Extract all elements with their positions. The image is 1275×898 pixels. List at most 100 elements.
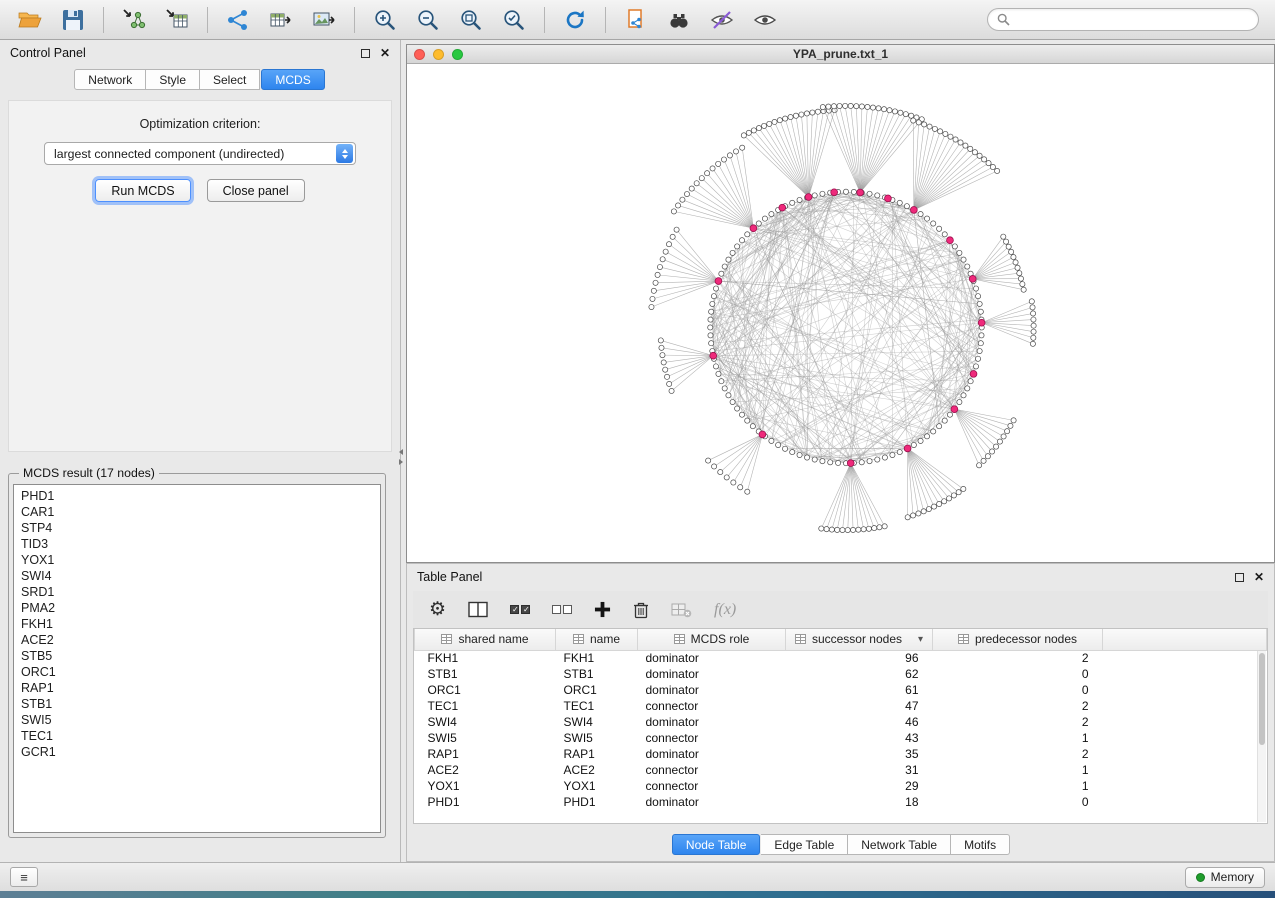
- show-column-button[interactable]: [468, 601, 488, 618]
- float-panel-icon[interactable]: [361, 49, 370, 58]
- combo-stepper-icon: [336, 144, 353, 163]
- add-column-button[interactable]: [594, 601, 611, 618]
- table-row[interactable]: PHD1PHD1dominator180: [415, 794, 1267, 810]
- apply-layout-button[interactable]: [555, 4, 595, 36]
- column-header-MCDS-role[interactable]: MCDS role: [638, 629, 786, 650]
- table-cell: 2: [933, 698, 1103, 714]
- zoom-out-button[interactable]: [408, 4, 448, 36]
- show-column-icon: [468, 601, 488, 618]
- export-table-button[interactable]: [261, 4, 301, 36]
- table-row[interactable]: FKH1FKH1dominator962: [415, 650, 1267, 666]
- column-header-predecessor-nodes[interactable]: predecessor nodes: [933, 629, 1103, 650]
- right-column: YPA_prune.txt_1 Table Panel ✕ ⚙: [402, 40, 1275, 862]
- table-row[interactable]: TEC1TEC1connector472: [415, 698, 1267, 714]
- unselect-all-button[interactable]: [552, 605, 572, 614]
- table-tab-motifs[interactable]: Motifs: [951, 834, 1010, 855]
- mcds-result-item[interactable]: CAR1: [14, 504, 380, 520]
- table-cell: 18: [786, 794, 933, 810]
- mcds-result-item[interactable]: SWI5: [14, 712, 380, 728]
- tab-select[interactable]: Select: [200, 69, 260, 90]
- tab-style[interactable]: Style: [146, 69, 200, 90]
- mcds-result-item[interactable]: ORC1: [14, 664, 380, 680]
- run-mcds-button[interactable]: Run MCDS: [95, 179, 190, 202]
- show-graphics-button[interactable]: [745, 4, 785, 36]
- import-table-button[interactable]: [157, 4, 197, 36]
- mcds-result-item[interactable]: TEC1: [14, 728, 380, 744]
- column-header-shared-name[interactable]: shared name: [415, 629, 556, 650]
- table-panel-tabs: Node TableEdge TableNetwork TableMotifs: [407, 834, 1274, 855]
- table-scrollbar-thumb[interactable]: [1259, 653, 1265, 745]
- delete-column-button[interactable]: [633, 601, 649, 619]
- optimization-criterion-select[interactable]: largest connected component (undirected): [44, 142, 356, 165]
- table-row[interactable]: STB1STB1dominator620: [415, 666, 1267, 682]
- column-filter-chevron-icon[interactable]: ▾: [918, 634, 923, 645]
- window-minimize-traffic-light[interactable]: [433, 49, 444, 60]
- mcds-result-item[interactable]: PHD1: [14, 488, 380, 504]
- close-panel-icon[interactable]: ✕: [380, 47, 390, 59]
- mcds-result-item[interactable]: FKH1: [14, 616, 380, 632]
- mcds-result-item[interactable]: STB1: [14, 696, 380, 712]
- table-cell: SWI5: [415, 730, 556, 746]
- export-network-button[interactable]: [218, 4, 258, 36]
- table-cell: STB1: [415, 666, 556, 682]
- import-network-button[interactable]: [114, 4, 154, 36]
- share-document-button[interactable]: [616, 4, 656, 36]
- table-row[interactable]: YOX1YOX1connector291: [415, 778, 1267, 794]
- table-cell: connector: [638, 762, 786, 778]
- table-row[interactable]: SWI4SWI4dominator462: [415, 714, 1267, 730]
- mcds-result-item[interactable]: GCR1: [14, 744, 380, 760]
- network-canvas[interactable]: [407, 64, 1274, 562]
- memory-button[interactable]: Memory: [1185, 867, 1265, 888]
- zoom-selected-button[interactable]: [494, 4, 534, 36]
- column-header-name[interactable]: name: [556, 629, 638, 650]
- checked-box-icon: [510, 605, 519, 614]
- table-row[interactable]: ORC1ORC1dominator610: [415, 682, 1267, 698]
- network-graph: [407, 64, 1274, 562]
- mcds-result-item[interactable]: RAP1: [14, 680, 380, 696]
- mcds-result-item[interactable]: SWI4: [14, 568, 380, 584]
- zoom-fit-button[interactable]: [451, 4, 491, 36]
- table-row[interactable]: SWI5SWI5connector431: [415, 730, 1267, 746]
- table-cell: 2: [933, 714, 1103, 730]
- column-header-successor-nodes[interactable]: successor nodes▾: [786, 629, 933, 650]
- table-cell: 96: [786, 650, 933, 666]
- table-row[interactable]: RAP1RAP1dominator352: [415, 746, 1267, 762]
- zoom-in-button[interactable]: [365, 4, 405, 36]
- table-tab-edge-table[interactable]: Edge Table: [761, 834, 848, 855]
- find-button[interactable]: [659, 4, 699, 36]
- mcds-result-item[interactable]: YOX1: [14, 552, 380, 568]
- column-type-icon: [795, 634, 806, 644]
- export-image-button[interactable]: [304, 4, 344, 36]
- table-row[interactable]: ACE2ACE2connector311: [415, 762, 1267, 778]
- float-table-panel-icon[interactable]: [1235, 573, 1244, 582]
- window-close-traffic-light[interactable]: [414, 49, 425, 60]
- select-all-button[interactable]: [510, 605, 530, 614]
- open-session-button[interactable]: [10, 4, 50, 36]
- save-session-button[interactable]: [53, 4, 93, 36]
- mcds-result-item[interactable]: SRD1: [14, 584, 380, 600]
- network-view-window: YPA_prune.txt_1: [406, 44, 1275, 563]
- status-menu-button[interactable]: ≡: [10, 867, 38, 887]
- hide-graphics-button[interactable]: [702, 4, 742, 36]
- mcds-result-item[interactable]: ACE2: [14, 632, 380, 648]
- tab-mcds[interactable]: MCDS: [261, 69, 324, 90]
- table-cell: TEC1: [556, 698, 638, 714]
- search-input[interactable]: [1016, 13, 1249, 27]
- table-scrollbar[interactable]: [1257, 651, 1266, 822]
- search-box[interactable]: [987, 8, 1259, 31]
- table-settings-button[interactable]: ⚙: [429, 600, 446, 619]
- table-cell: SWI5: [556, 730, 638, 746]
- mcds-result-item[interactable]: STB5: [14, 648, 380, 664]
- close-panel-button[interactable]: Close panel: [207, 179, 305, 202]
- mcds-result-item[interactable]: TID3: [14, 536, 380, 552]
- mcds-result-item[interactable]: PMA2: [14, 600, 380, 616]
- window-maximize-traffic-light[interactable]: [452, 49, 463, 60]
- mcds-result-list[interactable]: PHD1CAR1STP4TID3YOX1SWI4SRD1PMA2FKH1ACE2…: [13, 484, 381, 833]
- table-tab-node-table[interactable]: Node Table: [672, 834, 761, 855]
- gear-icon: ⚙: [429, 600, 446, 619]
- mcds-result-item[interactable]: STP4: [14, 520, 380, 536]
- tab-network[interactable]: Network: [74, 69, 146, 90]
- close-table-panel-icon[interactable]: ✕: [1254, 571, 1264, 583]
- optimization-criterion-value: largest connected component (undirected): [45, 147, 336, 161]
- table-tab-network-table[interactable]: Network Table: [848, 834, 951, 855]
